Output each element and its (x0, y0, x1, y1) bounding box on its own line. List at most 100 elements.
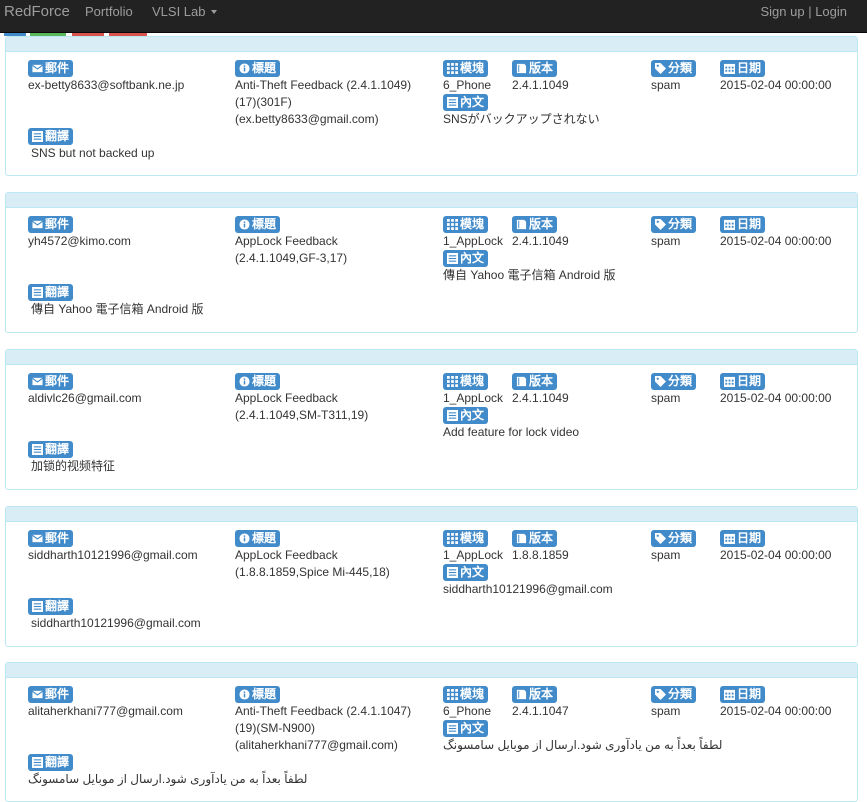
category-label-text: 分類 (668, 217, 693, 231)
title-value-line: (1.8.8.1859,Spice Mi-445,18) (235, 565, 390, 579)
card-header (6, 350, 857, 365)
translation-label: 翻譯 (28, 754, 74, 771)
body-label-text: 內文 (460, 408, 485, 422)
module-label-text: 模塊 (460, 531, 485, 545)
email-value: aldivlc26@gmail.com (28, 391, 142, 405)
category-field: 分類 spam (651, 530, 697, 564)
book-icon (516, 63, 527, 74)
title-value-line: Anti-Theft Feedback (2.4.1.1047) (235, 704, 412, 718)
nav-vlsi-lab-dropdown[interactable]: VLSI Lab (152, 4, 217, 19)
body-label-text: 內文 (460, 565, 485, 579)
title-value-line: AppLock Feedback (235, 234, 338, 248)
nav-vlsi-lab-label: VLSI Lab (152, 4, 206, 19)
module-value: 1_AppLock (443, 548, 504, 562)
card-header (6, 663, 857, 678)
email-field: 郵件 siddharth10121996@gmail.com (28, 530, 198, 564)
body-label: 內文 (443, 94, 489, 111)
body-label: 內文 (443, 250, 489, 267)
title-field: 標題 AppLock Feedback (1.8.8.1859,Spice Mi-4… (235, 530, 390, 581)
translation-value: SNS but not backed up (31, 146, 155, 160)
translation-label: 翻譯 (28, 284, 74, 301)
email-label: 郵件 (28, 373, 74, 390)
book-icon (516, 689, 527, 700)
calendar-icon (724, 63, 735, 74)
title-value-line: (ex.betty8633@gmail.com) (235, 112, 379, 126)
title-field: 標題 AppLock Feedback (2.4.1.1049,SM-T311,19… (235, 373, 368, 424)
module-value: 6_Phone (443, 78, 492, 92)
date-field: 日期 2015-02-04 00:00:00 (720, 373, 831, 407)
email-label-text: 郵件 (45, 687, 70, 701)
module-value: 6_Phone (443, 704, 492, 718)
title-label: 標題 (235, 373, 281, 390)
tag-icon (655, 689, 666, 700)
calendar-icon (724, 219, 735, 230)
nav-portfolio-link[interactable]: Portfolio (85, 4, 133, 19)
info-circle-icon (239, 533, 250, 544)
body-value: 傳自 Yahoo 電子信箱 Android 版 (443, 268, 616, 282)
title-value-line: (19)(SM-N900) (235, 721, 316, 735)
tag-icon (655, 63, 666, 74)
card-header (6, 193, 857, 208)
version-label-text: 版本 (529, 687, 554, 701)
body-label-text: 內文 (460, 95, 485, 109)
translation-field: 翻譯 لطفاً بعداً به من یادآوری شود.ارسال از… (28, 754, 307, 788)
module-value: 1_AppLock (443, 391, 504, 405)
title-value-line: AppLock Feedback (235, 391, 338, 405)
version-label: 版本 (512, 373, 558, 390)
tag-icon (655, 219, 666, 230)
date-label-text: 日期 (737, 217, 762, 231)
version-value: 2.4.1.1049 (512, 391, 569, 405)
email-value: ex-betty8633@softbank.ne.jp (28, 78, 185, 92)
module-value: 1_AppLock (443, 234, 504, 248)
body-value: لطفاً بعداً به من یادآوری شود.ارسال از م… (443, 738, 723, 752)
category-field: 分類 spam (651, 686, 697, 720)
version-field: 版本 1.8.8.1859 (512, 530, 569, 564)
body-label-text: 內文 (460, 721, 485, 735)
email-label-text: 郵件 (45, 531, 70, 545)
category-label: 分類 (651, 216, 697, 233)
version-label: 版本 (512, 530, 558, 547)
envelope-icon (32, 63, 43, 74)
body-value: siddharth10121996@gmail.com (443, 582, 613, 596)
translation-value: 傳自 Yahoo 電子信箱 Android 版 (31, 302, 204, 316)
body-value: Add feature for lock video (443, 425, 580, 439)
translation-field: 翻譯 加锁的视频特征 (28, 441, 115, 475)
version-value: 2.4.1.1047 (512, 704, 569, 718)
category-label: 分類 (651, 373, 697, 390)
module-label: 模塊 (443, 60, 489, 77)
date-label: 日期 (720, 686, 766, 703)
date-field: 日期 2015-02-04 00:00:00 (720, 686, 831, 720)
email-label-text: 郵件 (45, 61, 70, 75)
email-label-text: 郵件 (45, 374, 70, 388)
email-value: alitaherkhani777@gmail.com (28, 704, 183, 718)
body-field: 內文 لطفاً بعداً به من یادآوری شود.ارسال از… (443, 720, 722, 754)
title-label-text: 標題 (252, 61, 277, 75)
title-label: 標題 (235, 60, 281, 77)
date-label: 日期 (720, 530, 766, 547)
info-circle-icon (239, 63, 250, 74)
module-label-text: 模塊 (460, 687, 485, 701)
brand-link[interactable]: RedForce (4, 3, 70, 20)
translation-value: لطفاً بعداً به من یادآوری شود.ارسال از م… (28, 772, 308, 786)
translation-value: siddharth10121996@gmail.com (31, 616, 201, 630)
version-label: 版本 (512, 686, 558, 703)
category-field: 分類 spam (651, 60, 697, 94)
email-label: 郵件 (28, 686, 74, 703)
translation-label: 翻譯 (28, 598, 74, 615)
date-field: 日期 2015-02-04 00:00:00 (720, 216, 831, 250)
category-label: 分類 (651, 530, 697, 547)
email-field: 郵件 yh4572@kimo.com (28, 216, 131, 250)
translation-field: 翻譯 siddharth10121996@gmail.com (28, 598, 201, 632)
signup-login-link[interactable]: Sign up | Login (761, 4, 848, 19)
grid-icon (447, 376, 458, 387)
translation-field: 翻譯 SNS but not backed up (28, 128, 154, 162)
feedback-card: 郵件 yh4572@kimo.com 標題 AppLock Feedback (2.4.… (5, 192, 858, 333)
date-value: 2015-02-04 00:00:00 (720, 78, 832, 92)
email-label: 郵件 (28, 60, 74, 77)
category-label: 分類 (651, 686, 697, 703)
body-field: 內文 siddharth10121996@gmail.com (443, 564, 613, 598)
title-label: 標題 (235, 530, 281, 547)
module-label: 模塊 (443, 530, 489, 547)
list-alt-icon (447, 723, 458, 734)
body-field: 內文 Add feature for lock video (443, 407, 579, 441)
